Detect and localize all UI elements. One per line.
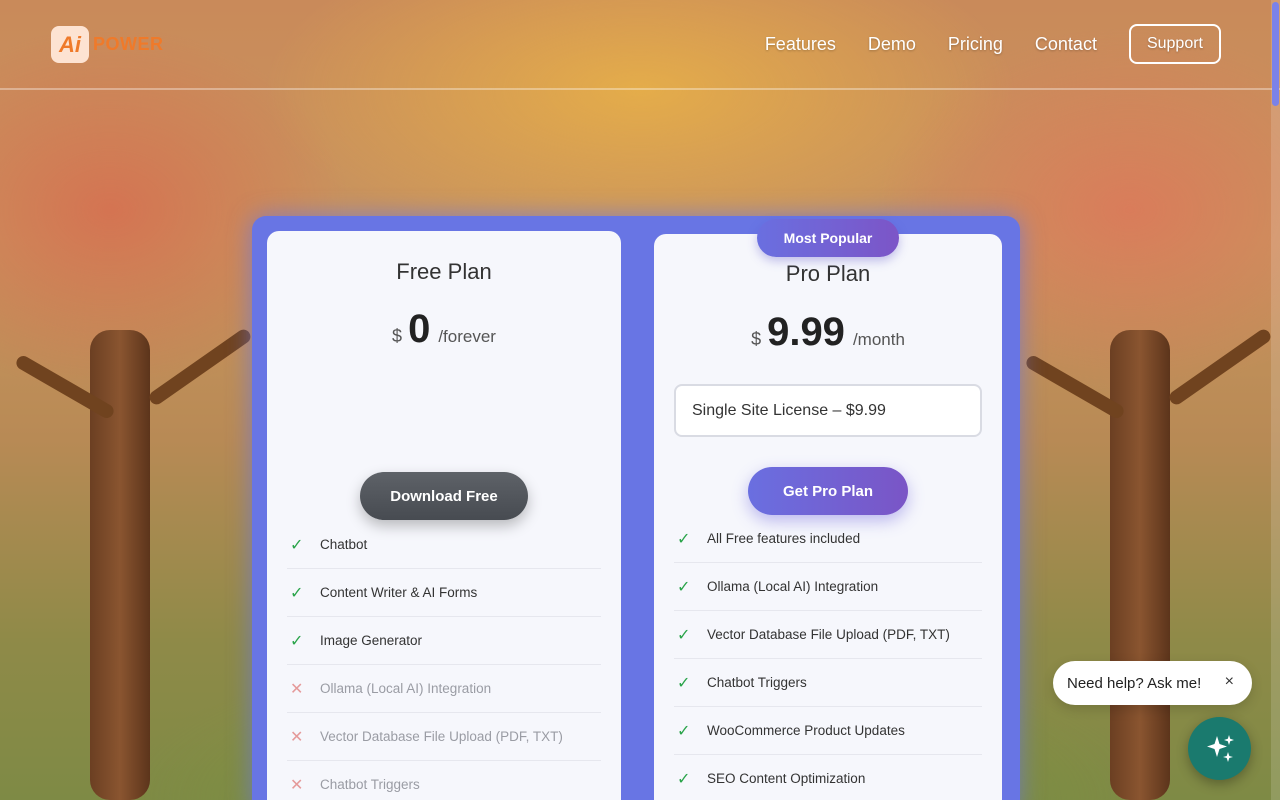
check-icon: ✓ (290, 584, 304, 602)
cross-icon: ✕ (290, 728, 304, 746)
feature-label: Image Generator (320, 633, 423, 648)
check-icon: ✓ (677, 530, 691, 548)
get-pro-plan-button[interactable]: Get Pro Plan (748, 467, 908, 515)
cross-icon: ✕ (290, 680, 304, 698)
help-bubble[interactable]: Need help? Ask me! × (1053, 661, 1252, 705)
check-icon: ✓ (290, 632, 304, 650)
list-item: ✕ Vector Database File Upload (PDF, TXT) (287, 713, 601, 761)
free-feature-list: ✓ Chatbot ✓ Content Writer & AI Forms ✓ Ima… (287, 521, 601, 800)
list-item: ✓ Content Writer & AI Forms (287, 569, 601, 617)
feature-label: WooCommerce Product Updates (707, 723, 905, 738)
nav-link-demo[interactable]: Demo (868, 34, 916, 55)
list-item: ✓ All Free features included (674, 515, 982, 563)
check-icon: ✓ (677, 722, 691, 740)
main-nav: Features Demo Pricing Contact Support (733, 24, 1221, 64)
price-period: /month (852, 330, 905, 349)
currency-symbol: $ (392, 326, 403, 346)
list-item: ✓ WooCommerce Product Updates (674, 707, 982, 755)
list-item: ✓ Ollama (Local AI) Integration (674, 563, 982, 611)
feature-label: Content Writer & AI Forms (320, 585, 478, 600)
scrollbar-thumb[interactable] (1272, 2, 1279, 106)
list-item: ✕ Ollama (Local AI) Integration (287, 665, 601, 713)
check-icon: ✓ (677, 674, 691, 692)
feature-label: Chatbot Triggers (320, 777, 420, 792)
check-icon: ✓ (677, 770, 691, 788)
chat-launcher-button[interactable] (1188, 717, 1251, 780)
check-icon: ✓ (677, 578, 691, 596)
feature-label: Chatbot Triggers (707, 675, 807, 690)
pro-plan-card: Pro Plan $ 9.99 /month Single Site Licen… (654, 234, 1002, 800)
free-plan-title: Free Plan (396, 259, 492, 284)
list-item: ✓ Vector Database File Upload (PDF, TXT) (674, 611, 982, 659)
feature-label: Ollama (Local AI) Integration (320, 681, 492, 696)
close-icon[interactable]: × (1225, 673, 1234, 691)
check-icon: ✓ (677, 626, 691, 644)
feature-label: Vector Database File Upload (PDF, TXT) (707, 627, 950, 642)
free-plan-card: Free Plan $ 0 /forever Download Free ✓ Ch… (267, 231, 621, 800)
background-branch (1166, 326, 1274, 408)
cross-icon: ✕ (290, 776, 304, 794)
most-popular-badge: Most Popular (757, 219, 899, 257)
check-icon: ✓ (290, 536, 304, 554)
price-amount: 9.99 (767, 310, 845, 354)
feature-label: Vector Database File Upload (PDF, TXT) (320, 729, 563, 744)
download-free-button[interactable]: Download Free (360, 472, 528, 520)
feature-label: All Free features included (707, 531, 861, 546)
pro-feature-list: ✓ All Free features included ✓ Ollama (Loc… (674, 515, 982, 800)
help-bubble-text: Need help? Ask me! (1067, 674, 1202, 692)
site-header: Ai POWER Features Demo Pricing Contact S… (0, 0, 1280, 90)
license-select[interactable]: Single Site License – $9.99 (674, 384, 982, 437)
sparkles-icon (1206, 734, 1234, 762)
nav-link-contact[interactable]: Contact (1035, 34, 1097, 55)
feature-label: SEO Content Optimization (707, 771, 866, 786)
nav-link-pricing[interactable]: Pricing (948, 34, 1003, 55)
support-button[interactable]: Support (1128, 24, 1221, 64)
site-logo[interactable]: Ai POWER (51, 26, 164, 63)
feature-label: Ollama (Local AI) Integration (707, 579, 879, 594)
logo-icon: Ai (51, 26, 89, 63)
list-item: ✓ Chatbot Triggers (674, 659, 982, 707)
price-amount: 0 (408, 307, 431, 351)
pro-plan-price: $ 9.99 /month (654, 310, 1002, 355)
logo-text: POWER (93, 34, 164, 54)
feature-label: Chatbot (320, 537, 368, 552)
pro-plan-title: Pro Plan (785, 261, 871, 286)
list-item: ✓ SEO Content Optimization (674, 755, 982, 800)
free-plan-price: $ 0 /forever (267, 307, 621, 352)
currency-symbol: $ (751, 329, 762, 349)
price-period: /forever (438, 327, 496, 346)
list-item: ✓ Image Generator (287, 617, 601, 665)
background-tree-trunk-right (1110, 330, 1170, 800)
page-scrollbar[interactable] (1271, 0, 1280, 800)
background-branch (146, 326, 254, 408)
nav-link-features[interactable]: Features (765, 34, 836, 55)
list-item: ✕ Chatbot Triggers (287, 761, 601, 800)
list-item: ✓ Chatbot (287, 521, 601, 569)
